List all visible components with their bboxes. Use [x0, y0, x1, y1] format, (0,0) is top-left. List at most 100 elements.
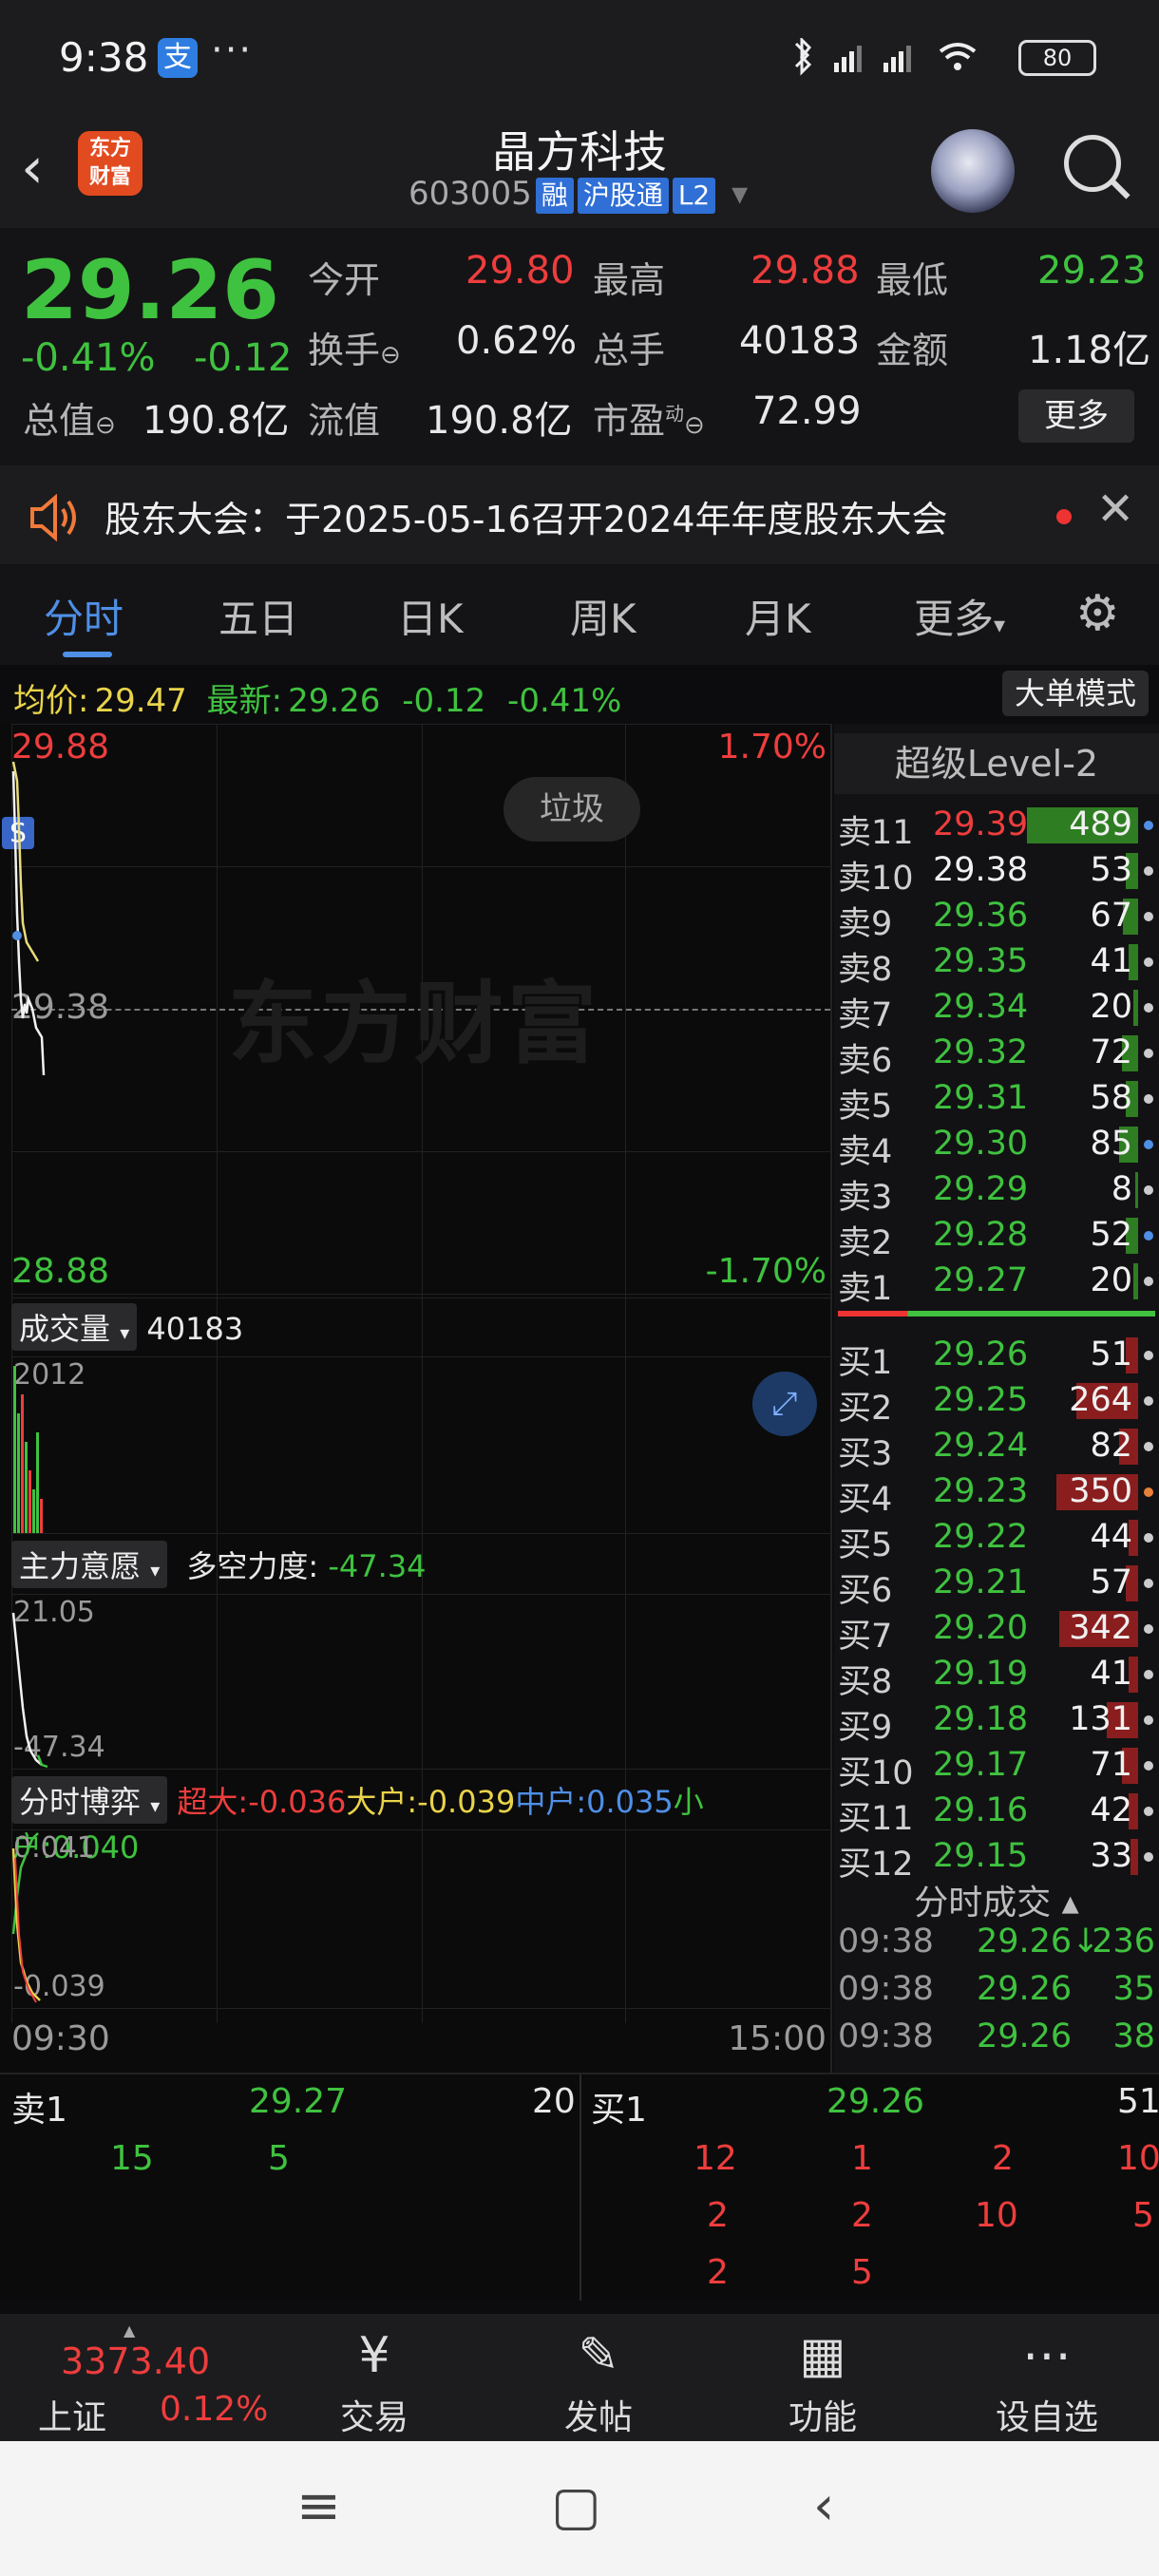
level-volume: 52 [1090, 1216, 1132, 1254]
menu-icon[interactable]: ≡ [296, 2475, 341, 2537]
index-value[interactable]: 3373.40 [61, 2340, 210, 2382]
bid-level-row[interactable]: 买7 29.20 342 [834, 1605, 1159, 1656]
tick-time: 09:38 [838, 2017, 934, 2055]
strip-bid-total: 51 [1117, 2082, 1159, 2121]
bid-queue-order: 1 [851, 2139, 873, 2178]
stock-code-line[interactable]: 603005 融沪股通 L2 ▾ [408, 175, 748, 214]
more-quote-button[interactable]: 更多 [1018, 389, 1134, 443]
level-price: 29.31 [933, 1079, 1029, 1117]
ask-queue-order: 15 [110, 2139, 154, 2178]
nav-add-watchlist[interactable]: ⋯ 设自选 [961, 2314, 1132, 2439]
bid-queue-order: 10 [975, 2196, 1018, 2235]
level-price: 29.27 [933, 1261, 1029, 1299]
tab-intraday[interactable]: 分时 [44, 587, 124, 645]
strip-bid-price: 29.26 [826, 2082, 925, 2121]
level-volume: 41 [1090, 942, 1132, 980]
volume-panel-header[interactable]: 成交量 ▾ 40183 [11, 1303, 243, 1351]
ask-level-row[interactable]: 卖5 29.31 58 [834, 1075, 1159, 1126]
bid-level-row[interactable]: 买11 29.16 42 [834, 1788, 1159, 1838]
tab-more[interactable]: 更多▾ [914, 587, 1005, 645]
level-volume: 42 [1090, 1791, 1132, 1829]
bid-level-row[interactable]: 买8 29.19 41 [834, 1651, 1159, 1701]
tab-daily-k[interactable]: 日K [397, 587, 464, 645]
ask-level-row[interactable]: 卖3 29.29 8 [834, 1166, 1159, 1217]
big-order-mode-button[interactable]: 大单模式 [1002, 671, 1149, 716]
bid-level-row[interactable]: 买12 29.15 33 [834, 1833, 1159, 1884]
game-panel-header[interactable]: 分时博弈 ▾ 超大:-0.036大户:-0.039中户:0.035小户:0.04… [11, 1776, 830, 1867]
level-price: 29.16 [933, 1791, 1029, 1829]
edit-icon: ✎ [578, 2327, 619, 2384]
ask-level-row[interactable]: 卖7 29.34 20 [834, 984, 1159, 1034]
order-book[interactable]: 超级Level-2 分时成交 ▴ 卖11 29.39 489 卖10 29.38 53 卖9… [834, 724, 1159, 2073]
level-volume: 131 [1069, 1700, 1132, 1738]
bid-level-row[interactable]: 买10 29.17 71 [834, 1742, 1159, 1792]
nav-functions[interactable]: ▦ 功能 [737, 2314, 908, 2439]
ask-level-row[interactable]: 卖8 29.35 41 [834, 938, 1159, 989]
mktcap-value: 190.8亿 [142, 399, 290, 443]
info-icon: ⊖ [684, 411, 705, 440]
expand-icon[interactable]: ⤢ [752, 1372, 817, 1436]
level-dot [1144, 912, 1153, 921]
bid-level-row[interactable]: 买3 29.24 82 [834, 1423, 1159, 1473]
ask-level-row[interactable]: 卖1 29.27 20 [834, 1258, 1159, 1308]
level-price: 29.24 [933, 1427, 1029, 1465]
nav-functions-label: 功能 [788, 2398, 857, 2437]
force-panel-header[interactable]: 主力意愿 ▾ 多空力度: -47.34 [11, 1541, 427, 1588]
level-volume: 44 [1090, 1518, 1132, 1556]
force-indicator-dropdown[interactable]: 主力意愿 ▾ [11, 1541, 168, 1588]
tick-price: 29.26 [977, 2017, 1073, 2055]
level-price: 29.17 [933, 1746, 1029, 1784]
bid-level-row[interactable]: 买2 29.25 264 [834, 1377, 1159, 1428]
intraday-chart[interactable]: 东方财富 29.88 29.38 28.88 1.70% -1.70% 垃圾 S… [0, 724, 832, 2073]
ask-level-row[interactable]: 卖11 29.39 489 [834, 802, 1159, 852]
tab-weekly-k[interactable]: 周K [570, 587, 636, 645]
nav-trade[interactable]: ¥ 交易 [289, 2314, 460, 2439]
back-icon[interactable]: ‹ [813, 2475, 834, 2537]
level-dot [1144, 1761, 1153, 1771]
bid-level-row[interactable]: 买9 29.18 131 [834, 1696, 1159, 1747]
ask-level-row[interactable]: 卖4 29.30 85 [834, 1121, 1159, 1171]
level-dot [1144, 1670, 1153, 1679]
level-dot [1144, 1277, 1153, 1286]
info-icon: ⊖ [95, 411, 116, 440]
volume-value: 40183 [739, 319, 861, 363]
assistant-robot-icon[interactable] [931, 129, 1015, 213]
bid-queue-order: 2 [707, 2253, 729, 2292]
level-dot [1144, 1351, 1153, 1360]
bid-level-row[interactable]: 买1 29.26 51 [834, 1332, 1159, 1382]
home-icon[interactable]: ▢ [551, 2475, 601, 2537]
volume-label: 总手 [593, 330, 666, 371]
order-book-title[interactable]: 超级Level-2 [834, 733, 1159, 794]
bid-level-row[interactable]: 买4 29.23 350 [834, 1468, 1159, 1519]
tab-five-day[interactable]: 五日 [218, 587, 298, 645]
ask-level-row[interactable]: 卖6 29.32 72 [834, 1030, 1159, 1080]
notice-bar[interactable]: 股东大会：于2025-05-16召开2024年年度股东大会 ✕ [0, 465, 1159, 564]
volume-bar [1133, 990, 1138, 1026]
strip-bid-label: 买1 [591, 2091, 647, 2130]
nav-post-label: 发帖 [563, 2398, 633, 2437]
level-dot [1144, 957, 1153, 967]
level2-tag: L2 [672, 178, 716, 214]
float-label: 流值 [308, 400, 381, 442]
low-value: 29.23 [1037, 249, 1147, 293]
tab-monthly-k[interactable]: 月K [745, 587, 811, 645]
bid-level-row[interactable]: 买6 29.21 57 [834, 1560, 1159, 1610]
volume-indicator-dropdown[interactable]: 成交量 ▾ [11, 1303, 138, 1351]
level-volume: 20 [1090, 988, 1132, 1026]
level-price: 29.21 [933, 1563, 1029, 1601]
period-tabs: 分时 五日 日K 周K 月K 更多▾ ⚙ [0, 564, 1159, 665]
ask-level-row[interactable]: 卖2 29.28 52 [834, 1212, 1159, 1262]
bid-level-row[interactable]: 买5 29.22 44 [834, 1514, 1159, 1564]
bid-queue-order: 10 [1117, 2139, 1159, 2178]
ask-level-row[interactable]: 卖10 29.38 53 [834, 847, 1159, 898]
system-nav-bar: ≡ ▢ ‹ [0, 2441, 1159, 2576]
close-icon[interactable]: ✕ [1096, 483, 1134, 536]
pe-value: 72.99 [752, 389, 862, 433]
game-indicator-dropdown[interactable]: 分时博弈 ▾ [11, 1776, 168, 1824]
index-name[interactable]: 上证 [38, 2390, 106, 2439]
nav-post[interactable]: ✎ 发帖 [513, 2314, 684, 2439]
gear-icon[interactable]: ⚙ [1075, 585, 1120, 642]
pe-label: 市盈动⊖ [593, 400, 705, 442]
high-value: 29.88 [750, 249, 860, 293]
ask-level-row[interactable]: 卖9 29.36 67 [834, 893, 1159, 943]
